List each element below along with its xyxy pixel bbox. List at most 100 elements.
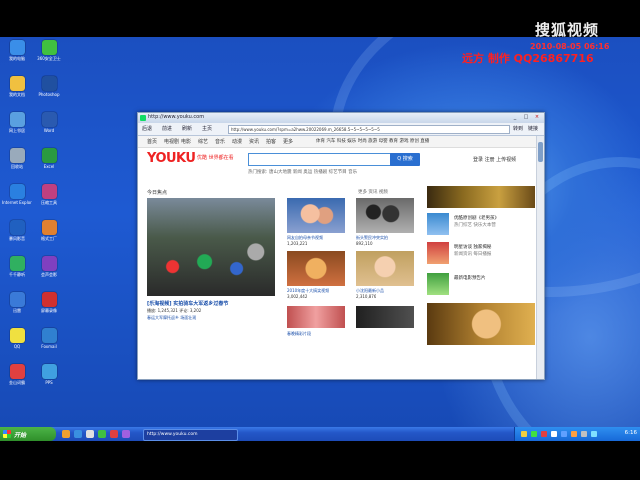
side-list-item[interactable]: 最新电影预告片	[454, 276, 486, 282]
side-list-item[interactable]: 新闻资讯 每日播报	[454, 252, 491, 258]
quicklaunch-icon[interactable]	[62, 430, 70, 438]
minimize-icon[interactable]: _	[510, 114, 520, 121]
video-thumbnail[interactable]	[356, 198, 414, 233]
section-links[interactable]: 更多 资讯 视频	[358, 189, 388, 195]
video-editor-icon	[41, 256, 57, 271]
desktop-icon[interactable]: 会声会影	[34, 256, 64, 277]
volume-icon[interactable]	[581, 431, 587, 437]
site-nav-item[interactable]: 电视剧	[164, 138, 179, 145]
address-bar[interactable]: http://www.youku.com/?spm=a2hww.20022069…	[228, 125, 510, 134]
desktop-icon[interactable]: 千千静听	[2, 256, 32, 277]
scrollbar[interactable]	[536, 136, 544, 379]
tray-icon[interactable]	[521, 431, 527, 437]
promo-image[interactable]	[427, 303, 535, 345]
search-input[interactable]	[248, 153, 393, 166]
desktop-icon-label: 网上邻居	[9, 128, 25, 133]
side-list-item[interactable]: 明星访谈 独家揭秘	[454, 245, 491, 251]
video-thumbnail[interactable]	[356, 251, 414, 286]
desktop-icon[interactable]: 360安全卫士	[34, 40, 64, 61]
forward-button[interactable]: 前进	[162, 125, 172, 132]
youku-logo[interactable]: YOUKU	[147, 151, 196, 166]
video-caption[interactable]: 网友自拍母亲节视频	[287, 235, 347, 240]
desktop-icon[interactable]: 回收站	[2, 148, 32, 169]
site-nav-item[interactable]: 更多	[283, 138, 293, 145]
desktop-icon[interactable]: Word	[34, 112, 64, 133]
excel-icon	[41, 148, 57, 163]
clock: 6:16	[624, 430, 637, 436]
recycle-bin-icon	[9, 148, 25, 163]
quicklaunch-icon[interactable]	[122, 430, 130, 438]
start-button[interactable]: 开始	[0, 427, 56, 441]
video-caption[interactable]: 春晚精彩片段	[287, 331, 347, 336]
shield-icon	[41, 40, 57, 55]
go-button[interactable]: 转到	[513, 125, 523, 132]
tray-icon[interactable]	[541, 431, 547, 437]
feature-video-thumbnail[interactable]	[147, 198, 275, 296]
desktop-icon[interactable]: 金山词霸	[2, 364, 32, 385]
network-icon	[9, 112, 25, 127]
side-list-item[interactable]: 热门综艺 快乐大本营	[454, 223, 496, 229]
video-thumbnail[interactable]	[287, 251, 345, 286]
site-nav-item[interactable]: 首页	[147, 138, 157, 145]
quicklaunch-icon[interactable]	[110, 430, 118, 438]
media-player-icon	[9, 220, 25, 235]
site-nav-item[interactable]: 综艺	[198, 138, 208, 145]
video-thumbnail[interactable]	[287, 198, 345, 233]
title-bar[interactable]: http://www.youku.com _ □ ×	[138, 113, 544, 123]
desktop-icon[interactable]: 暴风影音	[2, 220, 32, 241]
home-button[interactable]: 主页	[202, 125, 212, 132]
video-thumbnail[interactable]	[356, 306, 414, 328]
desktop-icon[interactable]: Photoshop	[34, 76, 64, 97]
site-nav-item[interactable]: 资讯	[249, 138, 259, 145]
close-icon[interactable]: ×	[532, 114, 542, 121]
site-nav-item[interactable]: 电影	[181, 138, 191, 145]
desktop-icon[interactable]: PPS	[34, 364, 64, 385]
watermark-credit: 远方 制作 QQ26867716	[462, 52, 594, 65]
desktop-icon[interactable]: Foxmail	[34, 328, 64, 349]
desktop-icon-label: Excel	[43, 164, 55, 169]
feature-video-sub[interactable]: 春运大军摩托返乡 场面壮观	[147, 315, 196, 320]
channel-links[interactable]: 体育 汽车 科技 娱乐 时尚 旅游 母婴 教育 游戏 原创 直播	[316, 138, 429, 144]
quicklaunch-icon[interactable]	[74, 430, 82, 438]
desktop-icon[interactable]: 迅雷	[2, 292, 32, 313]
desktop-icon[interactable]: 我的电脑	[2, 40, 32, 61]
tray-icon[interactable]	[531, 431, 537, 437]
tray-icon[interactable]	[551, 431, 557, 437]
desktop-icon[interactable]: 格式工厂	[34, 220, 64, 241]
hot-search-links[interactable]: 热门搜索: 唐山大地震 新闻 奥运 热播剧 综艺节目 音乐	[248, 169, 357, 175]
site-nav-item[interactable]: 动漫	[232, 138, 242, 145]
desktop-icon[interactable]: QQ	[2, 328, 32, 349]
desktop-icon[interactable]: Excel	[34, 148, 64, 169]
search-button[interactable]: Q 搜索	[390, 153, 420, 166]
links-button[interactable]: 链接	[528, 125, 538, 132]
back-button[interactable]: 后退	[142, 125, 152, 132]
video-caption[interactable]: 小沈阳最新小品	[356, 288, 416, 293]
side-thumbnail[interactable]	[427, 242, 449, 264]
banner-image[interactable]	[427, 186, 535, 208]
refresh-button[interactable]: 刷新	[182, 125, 192, 132]
site-nav-item[interactable]: 音乐	[215, 138, 225, 145]
maximize-icon[interactable]: □	[521, 114, 531, 121]
header-links[interactable]: 登录 注册 上传视频	[473, 156, 516, 163]
side-list-item[interactable]: 优酷原创剧《老男孩》	[454, 216, 499, 222]
taskbar-window-button[interactable]: http://www.youku.com	[143, 429, 238, 441]
tray-icon[interactable]	[561, 431, 567, 437]
network-icon[interactable]	[591, 431, 597, 437]
site-nav-item[interactable]: 拍客	[266, 138, 276, 145]
side-thumbnail[interactable]	[427, 213, 449, 235]
scrollbar-thumb[interactable]	[538, 142, 543, 162]
tray-icon[interactable]	[571, 431, 577, 437]
feature-video-title[interactable]: [乐淘视频] 实拍骑车大军返乡过春节	[147, 300, 228, 307]
desktop-icon[interactable]: Internet Explorer	[2, 184, 32, 205]
desktop-icon[interactable]: 网上邻居	[2, 112, 32, 133]
quicklaunch-icon[interactable]	[98, 430, 106, 438]
desktop-icon[interactable]: 我的文档	[2, 76, 32, 97]
video-caption[interactable]: 2010年度十大搞笑视频	[287, 288, 347, 293]
video-thumbnail[interactable]	[287, 306, 345, 328]
quicklaunch-icon[interactable]	[86, 430, 94, 438]
side-thumbnail[interactable]	[427, 273, 449, 295]
desktop-icon[interactable]: 压缩工具	[34, 184, 64, 205]
video-caption[interactable]: 街头警民冲突实拍	[356, 235, 416, 240]
desktop-icon[interactable]: 屏幕录像	[34, 292, 64, 313]
browser-window: http://www.youku.com _ □ × 后退 前进 刷新 主页 h…	[137, 112, 545, 380]
